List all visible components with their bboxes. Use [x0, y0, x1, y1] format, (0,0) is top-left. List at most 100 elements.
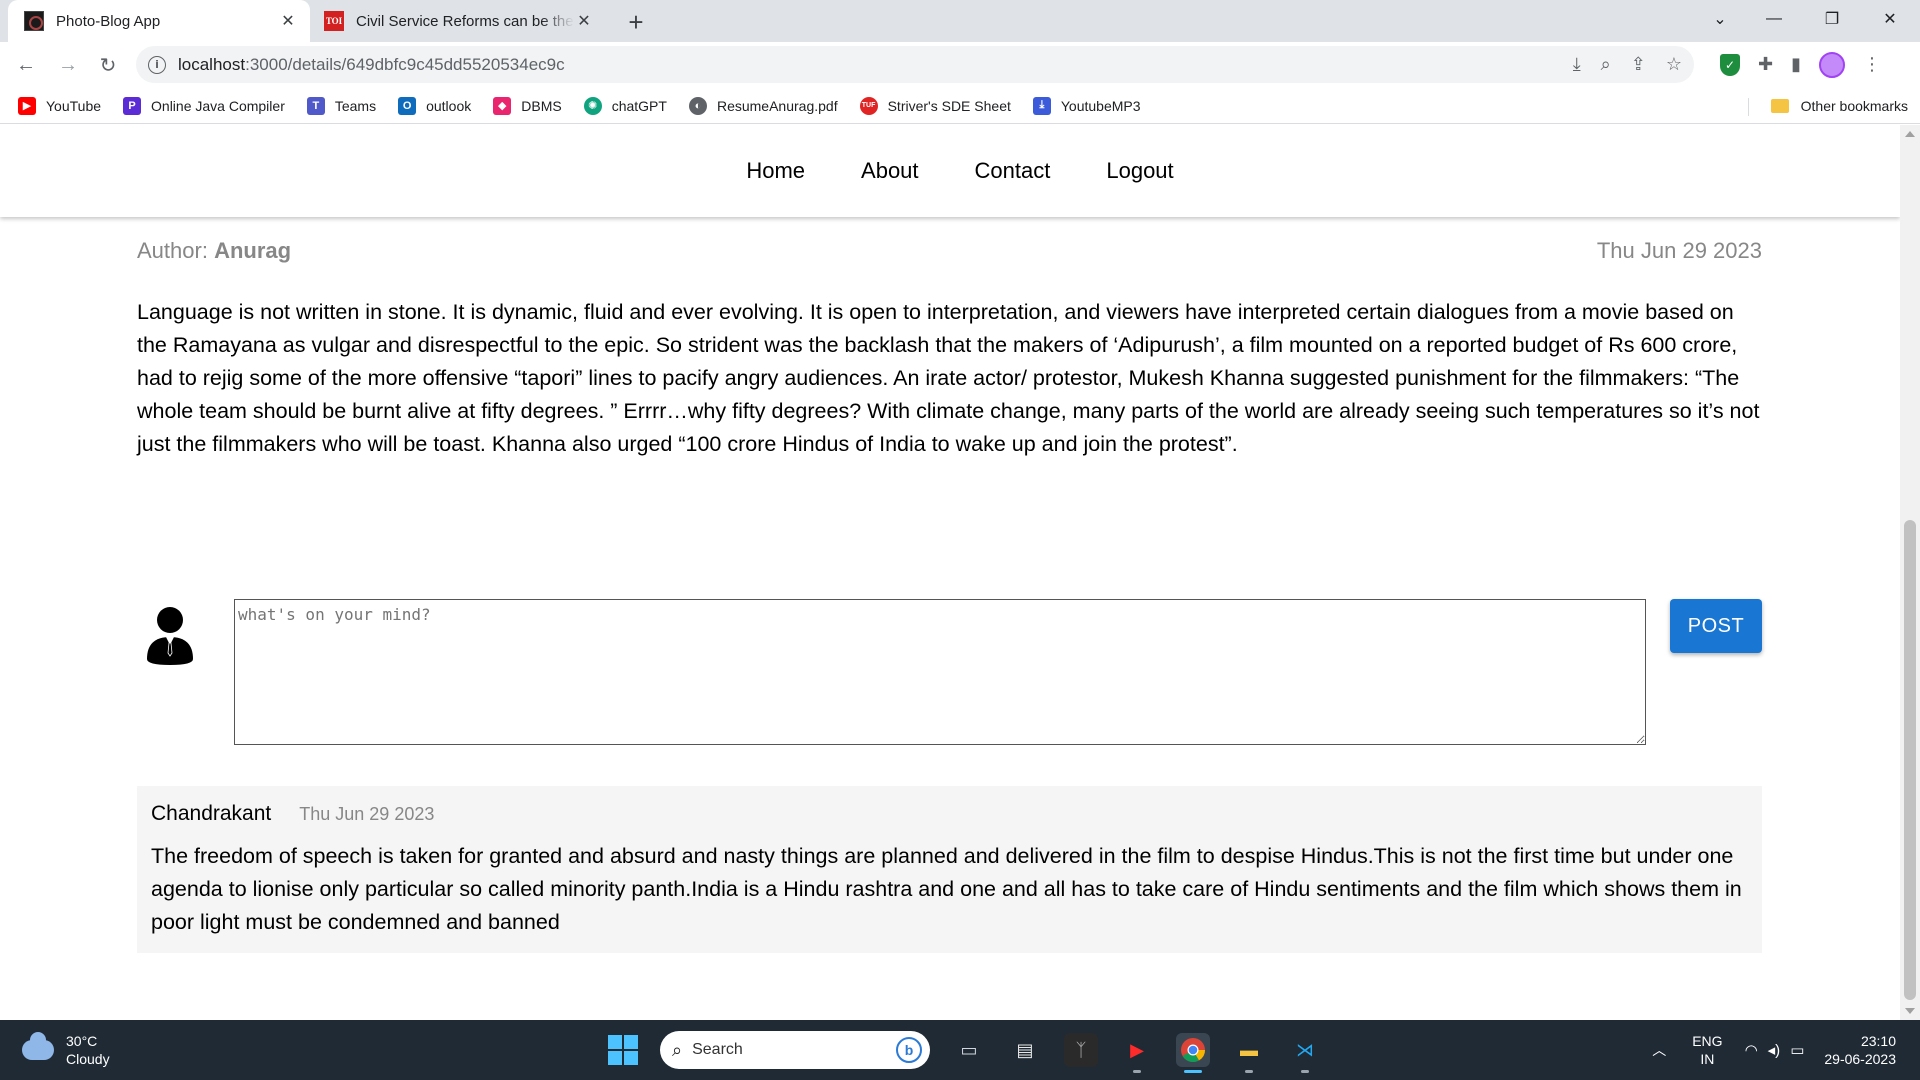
zoom-icon[interactable]: ⌕ — [1601, 54, 1611, 75]
puzzle-extensions-icon[interactable]: ✚ — [1758, 54, 1773, 75]
comment-item: Chandrakant Thu Jun 29 2023 The freedom … — [137, 786, 1762, 953]
page-scrollbar[interactable] — [1900, 125, 1920, 1020]
lang-code: ENG — [1692, 1033, 1723, 1049]
nav-contact-link[interactable]: Contact — [975, 158, 1051, 184]
share-icon[interactable]: ⇪ — [1631, 54, 1646, 75]
bookmark-java-compiler[interactable]: P Online Java Compiler — [123, 96, 285, 115]
task-view-icon[interactable]: ▭ — [952, 1033, 986, 1067]
address-bar[interactable]: i localhost:3000/details/649dbfc9c45dd55… — [136, 46, 1694, 83]
wifi-icon: ◠ — [1744, 1042, 1758, 1059]
clock[interactable]: 23:10 29-06-2023 — [1824, 1032, 1896, 1068]
weather-widget[interactable]: 30°C Cloudy — [22, 1032, 110, 1068]
folder-icon — [1770, 99, 1789, 113]
bookmarks-bar: ▶ YouTube P Online Java Compiler T Teams Oo… — [0, 88, 1920, 124]
bookmark-youtube[interactable]: ▶ YouTube — [18, 96, 101, 115]
tab-title: Civil Service Reforms can be the Key — [356, 12, 574, 30]
other-bookmarks-label: Other bookmarks — [1800, 98, 1908, 114]
forward-arrow-icon[interactable]: → — [52, 50, 84, 80]
nav-links: Home About Contact Logout — [746, 158, 1173, 184]
predator-app-icon[interactable]: ᛉ — [1064, 1033, 1098, 1067]
author-label: Author: — [137, 238, 208, 263]
close-window-icon[interactable]: ✕ — [1864, 0, 1916, 38]
comment-date: Thu Jun 29 2023 — [299, 804, 435, 824]
bookmark-outlook[interactable]: Ooutlook — [398, 96, 472, 115]
close-tab-icon[interactable]: ✕ — [574, 11, 594, 31]
bookmark-label: Striver's SDE Sheet — [887, 97, 1011, 114]
scrollbar-thumb[interactable] — [1904, 520, 1916, 1000]
clock-date: 29-06-2023 — [1824, 1051, 1896, 1067]
taskbar: 30°C Cloudy ⌕ Search b ▭ ▤ ᛉ ▶ ▬ ⋊ ︿ ENG… — [0, 1020, 1920, 1080]
close-tab-icon[interactable]: ✕ — [278, 11, 298, 31]
taskbar-apps: ⌕ Search b ▭ ▤ ᛉ ▶ ▬ ⋊ — [608, 1030, 1322, 1073]
tray-quick-settings[interactable]: ◠ ◂) ▭ — [1745, 1041, 1805, 1059]
restore-icon[interactable]: ❐ — [1806, 0, 1858, 38]
taskbar-search[interactable]: ⌕ Search b — [660, 1031, 930, 1069]
bing-icon[interactable]: b — [896, 1037, 922, 1063]
bookmarks-divider — [1748, 98, 1749, 116]
bookmark-label: Teams — [334, 97, 377, 114]
post-comment-button[interactable]: POST — [1670, 599, 1762, 653]
scroll-up-arrow-icon[interactable] — [1905, 131, 1915, 137]
back-arrow-icon[interactable]: ← — [10, 50, 42, 80]
notes-app-icon[interactable]: ▤ — [1008, 1033, 1042, 1067]
system-tray: ︿ ENG IN ◠ ◂) ▭ 23:10 29-06-2023 — [1652, 1020, 1920, 1080]
url-text[interactable]: localhost:3000/details/649dbfc9c45dd5520… — [178, 55, 565, 75]
app-navbar: Home About Contact Logout — [0, 125, 1900, 217]
region-code: IN — [1700, 1051, 1715, 1067]
dbms-icon: ◆ — [493, 96, 512, 115]
shield-extension-icon[interactable]: ✓ — [1720, 53, 1740, 76]
tab-search-chevron-icon[interactable]: ⌄ — [1694, 0, 1746, 38]
other-bookmarks[interactable]: Other bookmarks — [1770, 88, 1908, 124]
cloud-icon — [22, 1032, 54, 1060]
menu-kebab-icon[interactable]: ⋮ — [1863, 54, 1881, 75]
install-app-icon[interactable]: ⤓ — [1573, 54, 1581, 75]
tab-strip: Photo-Blog App ✕ TOI Civil Service Refor… — [0, 0, 1920, 42]
java-compiler-icon: P — [123, 96, 142, 115]
post-meta: Author: Anurag Thu Jun 29 2023 — [137, 238, 1762, 264]
bookmark-label: DBMS — [521, 97, 562, 114]
nav-home-link[interactable]: Home — [746, 158, 805, 184]
youtube-app-icon[interactable]: ▶ — [1120, 1033, 1154, 1073]
side-panel-icon[interactable]: ▮ — [1791, 54, 1801, 75]
chrome-logo-icon — [1181, 1038, 1205, 1063]
site-info-icon[interactable]: i — [148, 55, 166, 74]
bookmark-star-icon[interactable]: ☆ — [1666, 54, 1682, 75]
minimize-icon[interactable]: — — [1748, 0, 1800, 38]
reload-icon[interactable]: ↻ — [92, 50, 124, 80]
vscode-icon[interactable]: ⋊ — [1288, 1033, 1322, 1073]
tab-civil-service[interactable]: TOI Civil Service Reforms can be the Key… — [316, 0, 606, 42]
comment-form: POST — [137, 599, 1762, 745]
url-path: :3000/details/649dbfc9c45dd5520534ec9c — [245, 54, 565, 74]
scroll-down-arrow-icon[interactable] — [1905, 1008, 1915, 1014]
photo-blog-favicon-icon — [24, 11, 44, 31]
clock-time: 23:10 — [1860, 1033, 1896, 1049]
bookmark-teams[interactable]: T Teams — [306, 96, 377, 115]
language-indicator[interactable]: ENG IN — [1692, 1032, 1722, 1068]
comment-text: The freedom of speech is taken for grant… — [151, 844, 1742, 934]
show-hidden-icons-chevron-icon[interactable]: ︿ — [1652, 1040, 1666, 1060]
nav-logout-link[interactable]: Logout — [1106, 158, 1173, 184]
browser-toolbar: ← → ↻ i localhost:3000/details/649dbfc9c… — [0, 42, 1920, 88]
profile-avatar-icon[interactable] — [1819, 51, 1845, 78]
globe-icon: ◐ — [688, 96, 707, 115]
bookmark-label: outlook — [426, 97, 472, 114]
file-explorer-icon[interactable]: ▬ — [1232, 1033, 1266, 1073]
comment-textarea[interactable] — [234, 599, 1646, 745]
bookmark-dbms[interactable]: ◆ DBMS — [493, 96, 562, 115]
bookmark-youtubemp3[interactable]: ⤓ YoutubeMP3 — [1032, 96, 1141, 115]
chrome-app-icon[interactable] — [1176, 1033, 1210, 1073]
omnibox-actions: ⤓ ⌕ ⇪ ☆ — [1573, 46, 1682, 83]
windows-start-icon[interactable] — [608, 1035, 638, 1065]
post-author: Author: Anurag — [137, 238, 291, 264]
tab-photo-blog[interactable]: Photo-Blog App ✕ — [8, 0, 310, 42]
new-tab-icon[interactable]: + — [620, 6, 652, 38]
bookmark-striver[interactable]: TUF Striver's SDE Sheet — [859, 96, 1011, 115]
striver-icon: TUF — [859, 96, 878, 115]
bookmark-label: Online Java Compiler — [151, 97, 285, 114]
bookmark-resume[interactable]: ◐ ResumeAnurag.pdf — [688, 96, 838, 115]
nav-about-link[interactable]: About — [861, 158, 919, 184]
speaker-icon: ◂) — [1767, 1042, 1781, 1059]
post-date: Thu Jun 29 2023 — [1596, 238, 1762, 263]
bookmark-chatgpt[interactable]: ✺ chatGPT — [583, 96, 667, 115]
comment-header: Chandrakant Thu Jun 29 2023 — [151, 802, 1748, 826]
